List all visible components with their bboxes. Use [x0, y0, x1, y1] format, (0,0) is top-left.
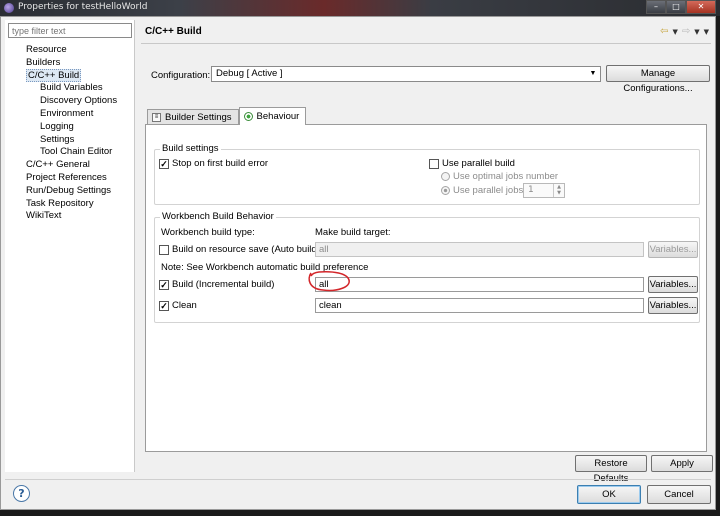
forward-arrow-icon[interactable]: ⇨: [682, 26, 690, 37]
clean-target-field[interactable]: clean: [315, 298, 644, 313]
footer-divider: [5, 479, 711, 480]
page-title: C/C++ Build: [145, 26, 202, 37]
tree-item-cpp-build[interactable]: C/C++ Build: [5, 68, 135, 83]
configuration-value: Debug [ Active ]: [216, 68, 283, 79]
manage-configurations-button[interactable]: Manage Configurations...: [606, 65, 710, 94]
checkbox-box: [429, 158, 439, 169]
tab-builder-settings[interactable]: ≡ Builder Settings: [147, 109, 239, 125]
stop-on-error-checkbox[interactable]: ✓ Stop on first build error: [159, 158, 268, 169]
chevron-down-icon: ▼: [589, 70, 597, 77]
tree-item-resource[interactable]: Resource: [5, 44, 135, 57]
tab-behaviour[interactable]: Behaviour: [238, 107, 307, 125]
ok-button[interactable]: OK: [577, 485, 641, 504]
eclipse-app-icon: [4, 3, 14, 13]
make-build-target-label: Make build target:: [315, 227, 391, 238]
tree-item-project-references[interactable]: Project References: [5, 172, 135, 185]
builder-settings-icon: ≡: [152, 113, 161, 122]
incremental-build-target-field[interactable]: all: [315, 277, 644, 292]
checkbox-box: ✓: [159, 300, 169, 311]
optimal-jobs-radio[interactable]: Use optimal jobs number: [441, 171, 558, 182]
checkbox-box: [159, 244, 169, 255]
tree-item-environment[interactable]: Environment: [5, 108, 135, 121]
window-title: Properties for testHelloWorld: [18, 2, 148, 12]
clean-checkbox[interactable]: ✓ Clean: [159, 300, 197, 311]
header-divider: [141, 43, 711, 44]
tree-item-builders[interactable]: Builders: [5, 57, 135, 70]
auto-build-variables-button[interactable]: Variables...: [648, 241, 698, 258]
page-navigation: ⇦ ▼ ⇨ ▼ ▼: [660, 26, 709, 37]
tree-item-task-repository[interactable]: Task Repository: [5, 198, 135, 211]
property-page-content: C/C++ Build ⇦ ▼ ⇨ ▼ ▼ Configuration: Deb…: [139, 20, 713, 484]
forward-dropdown-icon[interactable]: ▼: [694, 26, 699, 37]
tree-item-settings[interactable]: Settings: [5, 134, 135, 147]
workbench-build-type-label: Workbench build type:: [161, 227, 255, 238]
property-pages-tree: Resource Builders C/C++ Build Build Vari…: [5, 44, 135, 223]
tree-item-cpp-general[interactable]: C/C++ General: [5, 159, 135, 172]
window-controls: – □ ✕: [646, 0, 716, 14]
tree-item-wikitext[interactable]: WikiText: [5, 210, 135, 223]
filter-input[interactable]: [8, 23, 132, 38]
incremental-build-variables-button[interactable]: Variables...: [648, 276, 698, 293]
behaviour-tab-panel: Build settings ✓ Stop on first build err…: [145, 124, 707, 452]
incremental-build-checkbox[interactable]: ✓ Build (Incremental build): [159, 279, 274, 290]
apply-button[interactable]: Apply: [651, 455, 713, 472]
tab-bar: ≡ Builder Settings Behaviour: [147, 107, 307, 125]
parallel-jobs-radio[interactable]: Use parallel jobs:: [441, 185, 526, 196]
tree-item-logging[interactable]: Logging: [5, 121, 135, 134]
cancel-button[interactable]: Cancel: [647, 485, 711, 504]
configuration-label: Configuration:: [151, 70, 211, 81]
build-settings-group: Build settings ✓ Stop on first build err…: [154, 143, 700, 205]
properties-dialog: Resource Builders C/C++ Build Build Vari…: [0, 16, 716, 510]
window-titlebar[interactable]: Properties for testHelloWorld – □ ✕: [0, 0, 720, 16]
checkbox-box: ✓: [159, 279, 169, 290]
tree-item-tool-chain-editor[interactable]: Tool Chain Editor: [5, 146, 135, 159]
back-dropdown-icon[interactable]: ▼: [672, 26, 677, 37]
help-icon[interactable]: ?: [13, 485, 30, 502]
clean-variables-button[interactable]: Variables...: [648, 297, 698, 314]
parallel-jobs-spinner[interactable]: 1 ▲ ▼: [523, 183, 565, 198]
annotation-circle: [308, 270, 350, 292]
tree-item-build-variables[interactable]: Build Variables: [5, 82, 135, 95]
checkbox-box: ✓: [159, 158, 169, 169]
view-menu-icon[interactable]: ▼: [704, 26, 709, 37]
property-pages-panel: Resource Builders C/C++ Build Build Vari…: [5, 20, 135, 472]
use-parallel-build-checkbox[interactable]: Use parallel build: [429, 158, 515, 169]
build-settings-group-label: Build settings: [160, 143, 221, 154]
close-button[interactable]: ✕: [686, 0, 716, 14]
workbench-group-label: Workbench Build Behavior: [160, 211, 276, 222]
tree-item-discovery-options[interactable]: Discovery Options: [5, 95, 135, 108]
workbench-build-behavior-group: Workbench Build Behavior Workbench build…: [154, 211, 700, 323]
back-arrow-icon[interactable]: ⇦: [660, 26, 668, 37]
maximize-button[interactable]: □: [666, 0, 686, 14]
restore-defaults-button[interactable]: Restore Defaults: [575, 455, 647, 484]
radio-dot: [441, 186, 450, 195]
auto-build-checkbox[interactable]: Build on resource save (Auto build): [159, 244, 320, 255]
tree-item-run-debug-settings[interactable]: Run/Debug Settings: [5, 185, 135, 198]
auto-build-target-field[interactable]: all: [315, 242, 644, 257]
behaviour-radio-icon: [243, 112, 253, 121]
spinner-arrows-icon[interactable]: ▲ ▼: [553, 184, 564, 197]
radio-dot: [441, 172, 450, 181]
minimize-button[interactable]: –: [646, 0, 666, 14]
configuration-select[interactable]: Debug [ Active ] ▼: [211, 66, 601, 82]
